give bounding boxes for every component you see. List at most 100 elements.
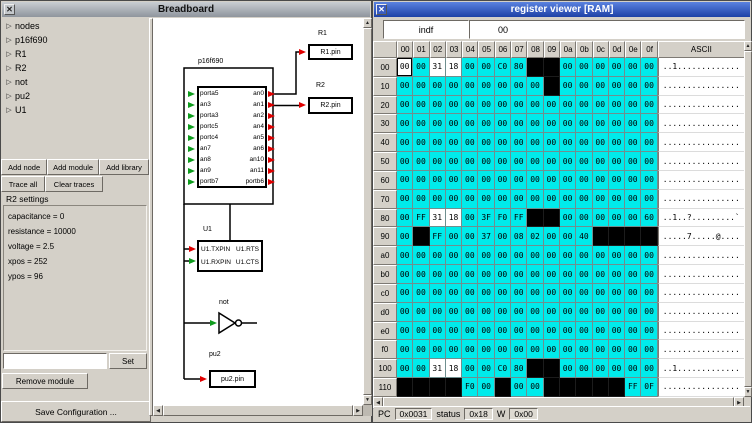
expander-icon[interactable]: ▷ [3,22,15,30]
ram-cell-40-08[interactable]: 00 [527,133,543,152]
ram-cell-50-0f[interactable]: 00 [641,152,657,171]
ram-cell-70-09[interactable]: 00 [544,190,560,209]
ram-cell-60-0f[interactable]: 00 [641,171,657,190]
ram-cell-a0-01[interactable]: 00 [413,246,429,265]
ram-cell-30-04[interactable]: 00 [462,114,478,133]
ram-cell-00-0a[interactable]: 00 [560,58,576,77]
ram-cell-80-08[interactable] [527,209,543,228]
ram-cell-20-0a[interactable]: 00 [560,96,576,115]
pin-an0[interactable]: an0 [228,90,264,98]
ram-cell-b0-02[interactable]: 00 [430,265,446,284]
ram-cell-80-0d[interactable]: 00 [609,209,625,228]
ram-cell-90-0d[interactable] [609,227,625,246]
ram-cell-d0-0d[interactable]: 00 [609,303,625,322]
ram-cell-10-0c[interactable]: 00 [593,77,609,96]
ram-cell-70-0d[interactable]: 00 [609,190,625,209]
ram-cell-e0-03[interactable]: 00 [446,322,462,341]
tree-item-p16f690[interactable]: ▷ p16f690 [3,33,149,47]
ram-cell-a0-08[interactable]: 00 [527,246,543,265]
ram-cell-50-02[interactable]: 00 [430,152,446,171]
ram-cell-a0-0e[interactable]: 00 [625,246,641,265]
ram-cell-b0-03[interactable]: 00 [446,265,462,284]
ram-cell-60-03[interactable]: 00 [446,171,462,190]
ram-cell-d0-07[interactable]: 00 [511,303,527,322]
ram-cell-80-0f[interactable]: 60 [641,209,657,228]
ram-cell-80-03[interactable]: 18 [446,209,462,228]
close-icon[interactable]: ✕ [4,4,15,15]
ram-cell-100-0b[interactable]: 00 [576,359,592,378]
ram-cell-10-01[interactable]: 00 [413,77,429,96]
ram-cell-30-08[interactable]: 00 [527,114,543,133]
ram-cell-b0-09[interactable]: 00 [544,265,560,284]
tree-item-R2[interactable]: ▷ R2 [3,61,149,75]
pin-portb7[interactable]: portb7 [200,178,218,186]
ram-cell-60-00[interactable]: 00 [397,171,413,190]
tree-item-not[interactable]: ▷ not [3,75,149,89]
ram-cell-30-0f[interactable]: 00 [641,114,657,133]
ram-cell-00-09[interactable] [544,58,560,77]
ram-cell-90-01[interactable] [413,227,429,246]
ram-cell-70-05[interactable]: 00 [478,190,494,209]
ram-cell-70-04[interactable]: 00 [462,190,478,209]
ram-cell-20-09[interactable]: 00 [544,96,560,115]
ram-cell-40-0e[interactable]: 00 [625,133,641,152]
remove-module-button[interactable]: Remove module [2,373,88,389]
scroll-up-icon[interactable]: ▲ [363,18,372,28]
ram-cell-50-0c[interactable]: 00 [593,152,609,171]
ram-cell-b0-00[interactable]: 00 [397,265,413,284]
ram-cell-40-0c[interactable]: 00 [593,133,609,152]
ram-cell-b0-0a[interactable]: 00 [560,265,576,284]
pin-an6[interactable]: an6 [228,145,264,153]
ram-cell-d0-05[interactable]: 00 [478,303,494,322]
ram-cell-b0-01[interactable]: 00 [413,265,429,284]
ram-cell-d0-03[interactable]: 00 [446,303,462,322]
ram-cell-b0-0e[interactable]: 00 [625,265,641,284]
ram-cell-80-09[interactable] [544,209,560,228]
ram-cell-70-06[interactable]: 00 [495,190,511,209]
pin-an10[interactable]: an10 [228,156,264,164]
ram-cell-e0-02[interactable]: 00 [430,322,446,341]
ram-cell-70-0e[interactable]: 00 [625,190,641,209]
ram-vertical-scrollbar[interactable]: ▲ ▼ [744,41,752,397]
ram-cell-110-0f[interactable]: 0F [641,378,657,397]
ram-cell-30-07[interactable]: 00 [511,114,527,133]
tree-item-U1[interactable]: ▷ U1 [3,103,149,117]
ram-cell-100-0a[interactable]: 00 [560,359,576,378]
ram-cell-50-0a[interactable]: 00 [560,152,576,171]
ram-cell-40-05[interactable]: 00 [478,133,494,152]
ram-cell-00-06[interactable]: C0 [495,58,511,77]
scroll-right-icon[interactable]: ▶ [353,405,363,416]
ram-cell-d0-0b[interactable]: 00 [576,303,592,322]
ram-cell-e0-00[interactable]: 00 [397,322,413,341]
ram-cell-90-03[interactable]: 00 [446,227,462,246]
ram-cell-60-0c[interactable]: 00 [593,171,609,190]
ram-cell-90-0e[interactable] [625,227,641,246]
ram-cell-100-07[interactable]: 80 [511,359,527,378]
module-r2-pin[interactable]: R2.pin [308,97,353,114]
ram-cell-f0-01[interactable]: 00 [413,340,429,359]
ram-cell-a0-07[interactable]: 00 [511,246,527,265]
ram-cell-20-04[interactable]: 00 [462,96,478,115]
ram-cell-20-0b[interactable]: 00 [576,96,592,115]
ram-cell-e0-07[interactable]: 00 [511,322,527,341]
ram-cell-20-0c[interactable]: 00 [593,96,609,115]
ram-cell-100-03[interactable]: 18 [446,359,462,378]
ram-cell-10-05[interactable]: 00 [478,77,494,96]
ram-cell-110-00[interactable] [397,378,413,397]
ram-cell-b0-07[interactable]: 00 [511,265,527,284]
tree-item-pu2[interactable]: ▷ pu2 [3,89,149,103]
ram-cell-10-0f[interactable]: 00 [641,77,657,96]
pin-an11[interactable]: an11 [228,167,264,175]
ram-cell-c0-07[interactable]: 00 [511,284,527,303]
ram-cell-60-0b[interactable]: 00 [576,171,592,190]
scroll-down-icon[interactable]: ▼ [363,395,372,405]
ram-cell-40-07[interactable]: 00 [511,133,527,152]
ram-cell-60-0d[interactable]: 00 [609,171,625,190]
ram-cell-50-04[interactable]: 00 [462,152,478,171]
ram-cell-c0-0f[interactable]: 00 [641,284,657,303]
ram-cell-110-02[interactable] [430,378,446,397]
ram-cell-100-02[interactable]: 31 [430,359,446,378]
pin-an4[interactable]: an4 [228,123,264,131]
module-settings-text[interactable]: capacitance = 0 resistance = 10000 volta… [3,205,147,351]
ram-cell-e0-05[interactable]: 00 [478,322,494,341]
